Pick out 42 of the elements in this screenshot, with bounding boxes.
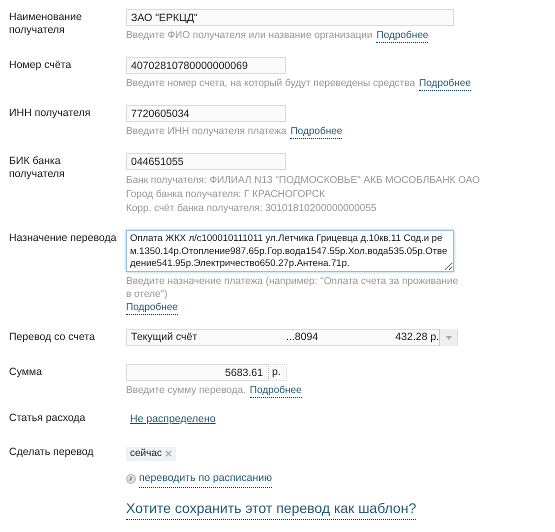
text-field[interactable]: 044651055 bbox=[126, 153, 286, 170]
account-balance: 432.28 р. bbox=[394, 330, 440, 345]
account-number: ...8094 bbox=[286, 330, 320, 345]
chip-label: сейчас bbox=[130, 447, 162, 462]
dropdown-button[interactable] bbox=[439, 329, 457, 346]
field-label: Сделать перевод bbox=[9, 444, 95, 460]
field-label: Сумма bbox=[9, 365, 43, 380]
schedule-link[interactable]: переводить по расписанию bbox=[139, 470, 272, 488]
text-field[interactable]: 40702810780000000069 bbox=[126, 57, 286, 74]
more-link[interactable]: Подробнее bbox=[126, 301, 178, 315]
schedule-chip[interactable]: сейчас bbox=[126, 446, 176, 461]
expense-category-link[interactable]: Не распределено bbox=[130, 412, 216, 428]
hint-text: Введите номер счета, на который будут переведены средства bbox=[126, 77, 416, 90]
field-label: ИНН получателя bbox=[9, 106, 92, 121]
field-label: Наименование получателя bbox=[9, 10, 83, 38]
more-link[interactable]: Подробнее bbox=[290, 125, 342, 139]
amount-field[interactable]: 5683.61 bbox=[126, 364, 268, 381]
hint-text: Введите ИНН получателя платежа bbox=[126, 125, 286, 138]
purpose-field[interactable]: Оплата ЖКХ л/с100010111011 ул.Летчика Грицевца д.10кв.11 Сод.и рем.1350.14р.Отопление987.65р.Гор.вода1547.55р.Хол.вода535.05р.Отведение541.95р.Электричество650.27р.Антена.71р. bbox=[126, 230, 454, 272]
account-select[interactable]: Текущий счёт ...8094 432.28 р. bbox=[126, 329, 458, 346]
clock-icon bbox=[126, 474, 136, 484]
hint-text: Введите назначение платежа (например: "Оплата счета за проживание в отеле") bbox=[126, 275, 460, 301]
text-field[interactable]: ЗАО "ЕРКЦД" bbox=[126, 9, 454, 26]
bank-info-text: Банк получателя: ФИЛИАЛ N13 "ПОДМОСКОВЬЕ" АКБ МОСОБЛБАНК ОАО bbox=[126, 174, 480, 188]
field-label: Перевод со счета bbox=[9, 330, 96, 345]
field-label: БИК банка получателя bbox=[9, 154, 66, 182]
bank-info-text: Город банка получателя: Г КРАСНОГОРСК bbox=[126, 188, 326, 202]
field-label: Номер счёта bbox=[9, 58, 72, 73]
currency-label: р. bbox=[268, 364, 287, 381]
account-name: Текущий счёт bbox=[131, 330, 198, 345]
close-icon[interactable] bbox=[164, 450, 172, 458]
more-link[interactable]: Подробнее bbox=[376, 29, 428, 43]
bank-info-text: Корр. счёт банка получателя: 30101810200000000055 bbox=[126, 202, 378, 216]
more-link[interactable]: Подробнее bbox=[250, 384, 302, 398]
text-field[interactable]: 7720605034 bbox=[126, 105, 286, 122]
more-link[interactable]: Подробнее bbox=[419, 77, 471, 91]
hint-text: Введите ФИО получателя или название организации bbox=[126, 29, 372, 42]
save-template-link[interactable]: Хотите сохранить этот перевод как шаблон? bbox=[126, 498, 416, 520]
caret-icon bbox=[446, 336, 452, 340]
hint-text: Введите сумму перевода. bbox=[126, 384, 246, 397]
field-label: Назначение перевода bbox=[9, 231, 118, 246]
field-label: Статья расхода bbox=[9, 411, 86, 426]
